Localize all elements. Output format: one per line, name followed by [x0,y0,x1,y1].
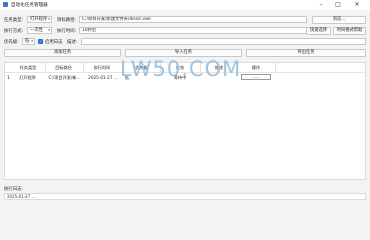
close-icon[interactable]: ✕ [350,0,364,10]
cell-task-type: 打开程序 [19,75,36,80]
priority-value: 低 [25,39,30,44]
header-target-path[interactable]: 目标路径 [47,65,80,71]
priority-select[interactable]: 低 ▾ [22,38,35,45]
target-path-label: 目标路径: [57,18,77,23]
export-tasks-button[interactable]: 导出任务 [246,49,366,57]
chevron-down-icon: ▾ [48,28,50,32]
browse-button[interactable]: 浏览... [312,15,366,24]
column-divider [275,63,276,72]
header-exec-time[interactable]: 执行时间 [85,65,119,71]
description-input[interactable] [81,38,366,45]
cell-exec-time: 2025-01-27 ... [88,75,118,80]
row-operation-button[interactable]: ...... [241,74,271,80]
time-format-help-button[interactable]: 时间格式帮助 [333,26,366,35]
target-path-input[interactable]: C:/项目开发/新建文件夹/diss/c.exe [79,16,307,23]
chevron-down-icon: ▾ [31,39,33,43]
description-label: 描述: [67,40,78,45]
exec-time-label: 执行时间: [57,29,77,34]
watermark: LW50.COM [120,57,242,81]
window-title: 自动化任务管理器 [11,3,48,8]
app-window: 自动化任务管理器 – □ ✕ 任务类型: 打开程序 ▾ 目标路径: C:/项目开… [0,0,370,200]
priority-label: 优先级: [4,40,19,45]
exec-mode-value: 一次性 [30,28,43,33]
column-divider [83,63,84,72]
exec-mode-select[interactable]: 一次性 ▾ [27,27,52,34]
enable-log-checkbox[interactable]: ✓ [38,39,43,44]
log-label: 执行日志: [4,187,24,192]
column-divider [45,63,46,72]
minimize-icon[interactable]: – [314,0,328,10]
log-output: 2025-01-27 ... [4,193,366,200]
header-operation[interactable]: 操作 [239,65,273,71]
task-type-value: 打开程序 [30,17,48,22]
enable-log-label: 启用日志 [45,40,63,45]
task-type-label: 任务类型: [4,18,24,23]
exec-mode-label: 执行方式: [4,29,24,34]
chevron-down-icon: ▾ [48,17,50,21]
import-tasks-button[interactable]: 导入任务 [125,49,242,57]
app-logo-icon [3,2,8,7]
quick-select-button[interactable]: 快速选择 [306,26,331,35]
header-task-type[interactable]: 任务类型 [13,65,43,71]
cell-target-path: C:/项目开发/新... [48,75,81,80]
maximize-icon[interactable]: □ [331,0,345,10]
title-bar: 自动化任务管理器 – □ ✕ [0,0,370,10]
task-type-select[interactable]: 打开程序 ▾ [27,16,52,23]
add-task-button[interactable]: 添加任务 [4,49,121,57]
exec-time-input[interactable]: 10秒后 [79,27,307,34]
